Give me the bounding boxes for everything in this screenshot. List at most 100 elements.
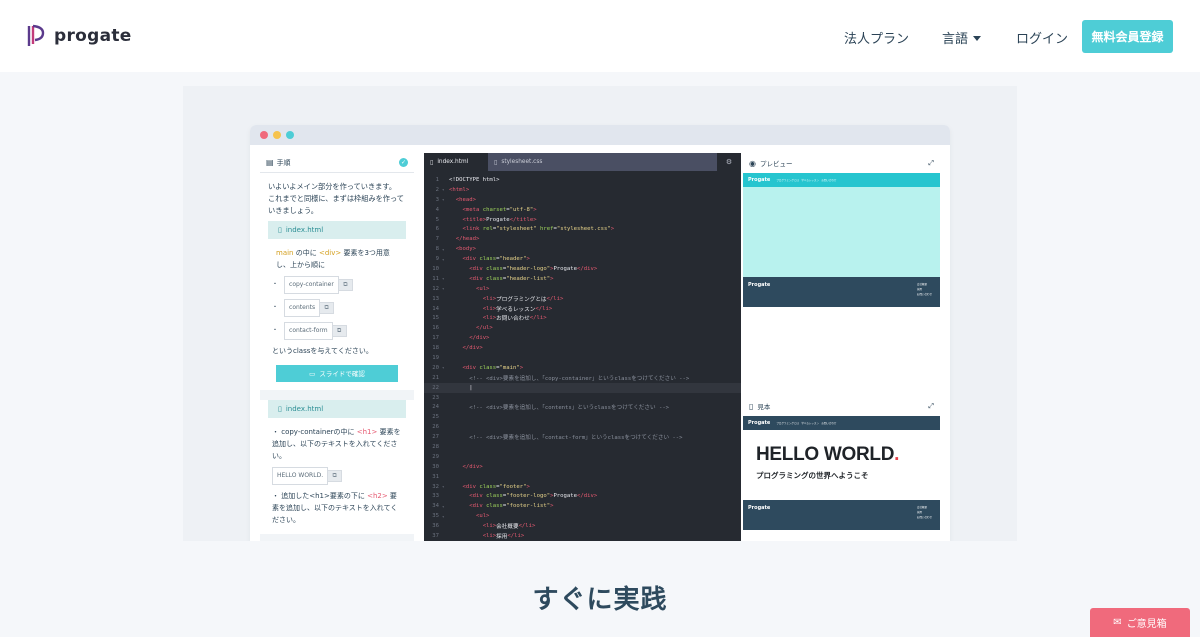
copy-icon[interactable]: ⧉ bbox=[328, 470, 343, 482]
class-chip[interactable]: copy-container bbox=[284, 276, 339, 294]
sample-footer-list: 会社概要 採用 お問い合わせ bbox=[917, 505, 932, 525]
copy-icon[interactable]: ⧉ bbox=[332, 325, 347, 337]
line-number: 28 bbox=[432, 443, 439, 450]
signup-button[interactable]: 無料会員登録 bbox=[1082, 20, 1173, 53]
code-line[interactable]: 18 </div> bbox=[424, 343, 741, 353]
expand-icon[interactable]: ⤢ bbox=[928, 402, 934, 411]
code-line[interactable]: 24 <!-- <div>要素を追加し、「contents」というclassをつ… bbox=[424, 402, 741, 412]
code-line[interactable]: 14 <li> 学べるレッスン </li> bbox=[424, 304, 741, 314]
code-line[interactable]: 17 </div> bbox=[424, 333, 741, 343]
text-chip[interactable]: HELLO WORLD. bbox=[272, 467, 329, 485]
code-line[interactable]: 23 bbox=[424, 393, 741, 403]
code-line[interactable]: 27 <!-- <div>要素を追加し、「contact-form」というcla… bbox=[424, 432, 741, 442]
tab-stylesheet-css[interactable]: ▯ stylesheet.css bbox=[488, 153, 552, 171]
fold-marker[interactable]: ▾ bbox=[442, 504, 449, 509]
code-line[interactable]: 13 <li> プログラミングとは </li> bbox=[424, 294, 741, 304]
fold-marker[interactable]: ▾ bbox=[442, 514, 449, 519]
code-line[interactable]: 10 <div class = "header-logo" > Progate </div… bbox=[424, 264, 741, 274]
line-number: 32 bbox=[432, 483, 439, 490]
tab-index-html[interactable]: ▯ index.html bbox=[424, 153, 488, 171]
code-line[interactable]: 3 ▾ <head> bbox=[424, 195, 741, 205]
code-token: <div bbox=[469, 265, 487, 272]
code-token: class bbox=[486, 503, 503, 510]
code-line[interactable]: 35 ▾ <ul> bbox=[424, 511, 741, 521]
class-chip[interactable]: contents bbox=[284, 299, 321, 317]
code-line[interactable]: 16 </ul> bbox=[424, 323, 741, 333]
code-token: <link bbox=[462, 226, 483, 233]
code-line[interactable]: 21 <!-- <div>要素を追加し、「copy-container」というc… bbox=[424, 373, 741, 383]
code-line[interactable]: 22 | bbox=[424, 382, 741, 393]
footer-item: お問い合わせ bbox=[916, 516, 932, 519]
fold-marker[interactable]: ▾ bbox=[442, 365, 449, 370]
code-line[interactable]: 4 <meta charset = "utf-8" > bbox=[424, 205, 741, 215]
code-line[interactable]: 31 bbox=[424, 472, 741, 482]
code-editor[interactable]: ▯ index.html ▯ stylesheet.css ⚙ 1 <!DOCTY… bbox=[424, 153, 741, 541]
code-token: </div> bbox=[577, 493, 598, 500]
code-line[interactable]: 32 ▾ <div class = "footer" > bbox=[424, 482, 741, 492]
code-token: class bbox=[479, 483, 497, 490]
section-title: すぐに実践 bbox=[532, 585, 668, 615]
fold-marker[interactable]: ▾ bbox=[442, 484, 449, 489]
fold-marker[interactable]: ▾ bbox=[442, 276, 449, 281]
code-line[interactable]: 20 ▾ <div class = "main" > bbox=[424, 363, 741, 373]
nav-language-dropdown[interactable]: 言語 bbox=[942, 28, 982, 47]
code-line[interactable]: 11 ▾ <div class = "header-list" > bbox=[424, 274, 741, 284]
mail-icon: ✉ bbox=[1113, 617, 1122, 628]
fold-marker[interactable]: ▾ bbox=[442, 197, 449, 202]
line-number: 6 bbox=[435, 226, 439, 233]
top-nav: progate 法人プラン 言語 ログイン 無料会員登録 bbox=[0, 0, 1200, 72]
code-token: <title> bbox=[462, 216, 487, 223]
code-line[interactable]: 1 <!DOCTYPE html> bbox=[424, 175, 741, 185]
code-line[interactable]: 36 <li> 会社概要 </li> bbox=[424, 521, 741, 531]
copy-icon[interactable]: ⧉ bbox=[320, 302, 335, 314]
nav-link-corporate-plan[interactable]: 法人プラン bbox=[844, 28, 909, 47]
code-line[interactable]: 26 bbox=[424, 422, 741, 432]
code-line[interactable]: 5 <title> Progate </title> bbox=[424, 215, 741, 225]
code-line[interactable]: 7 </head> bbox=[424, 234, 741, 244]
nav-link-login[interactable]: ログイン bbox=[1016, 28, 1068, 47]
line-number: 1 bbox=[435, 176, 439, 183]
code-line[interactable]: 6 <link rel = "stylesheet" href = "styleshee… bbox=[424, 224, 741, 234]
code-line[interactable]: 25 bbox=[424, 412, 741, 422]
code-token: charset bbox=[482, 206, 507, 213]
fold-marker[interactable]: ▾ bbox=[442, 247, 449, 252]
code-line[interactable]: 9 ▾ <div class = "header" > bbox=[424, 254, 741, 264]
feedback-button[interactable]: ✉ ご意見箱 bbox=[1090, 608, 1190, 637]
code-token: class bbox=[486, 265, 503, 272]
code-token: </div> bbox=[462, 345, 483, 352]
window-close-dot bbox=[260, 131, 268, 139]
sample-heading: HELLO WORLD. bbox=[756, 444, 940, 466]
code-line[interactable]: 2 ▾ <html> bbox=[424, 185, 741, 195]
code-line[interactable]: 37 <li> 採用 </li> bbox=[424, 531, 741, 541]
fold-marker[interactable]: ▾ bbox=[442, 257, 449, 262]
preview-site-nav: プログラミングとは 学べるレッスン お問い合わせ bbox=[776, 179, 837, 182]
code-token: </title> bbox=[509, 216, 537, 223]
code-line[interactable]: 15 <li> お問い合わせ </li> bbox=[424, 313, 741, 323]
line-number: 35 bbox=[432, 513, 439, 520]
window-maximize-dot bbox=[286, 131, 294, 139]
copy-icon[interactable]: ⧉ bbox=[338, 279, 353, 291]
expand-icon[interactable]: ⤢ bbox=[928, 159, 934, 168]
code-line[interactable]: 8 ▾ <body> bbox=[424, 244, 741, 254]
progate-logo[interactable]: progate bbox=[26, 24, 132, 48]
code-line[interactable]: 12 ▾ <ul> bbox=[424, 284, 741, 294]
code-line[interactable]: 19 bbox=[424, 353, 741, 363]
slide-check-button[interactable]: ▭ スライドで確認 bbox=[276, 365, 398, 382]
code-token: Progate bbox=[486, 216, 510, 223]
code-line[interactable]: 33 <div class = "footer-logo" > Progate </div… bbox=[424, 492, 741, 502]
code-line[interactable]: 30 </div> bbox=[424, 462, 741, 472]
gear-icon[interactable]: ⚙ bbox=[717, 153, 741, 171]
fold-marker[interactable]: ▾ bbox=[442, 187, 449, 192]
sample-heading-dot: . bbox=[894, 444, 900, 465]
fold-marker[interactable]: ▾ bbox=[442, 286, 449, 291]
class-chip[interactable]: contact-form bbox=[284, 322, 333, 340]
code-token: </div> bbox=[577, 265, 598, 272]
code-line[interactable]: 34 ▾ <div class = "footer-list" > bbox=[424, 501, 741, 511]
preview-title: プレビュー bbox=[759, 160, 793, 168]
code-lines: 1 <!DOCTYPE html> 2 ▾ <html> 3 ▾ <head> 4 <meta… bbox=[424, 175, 741, 541]
code-line[interactable]: 29 bbox=[424, 452, 741, 462]
code-line[interactable]: 28 bbox=[424, 442, 741, 452]
